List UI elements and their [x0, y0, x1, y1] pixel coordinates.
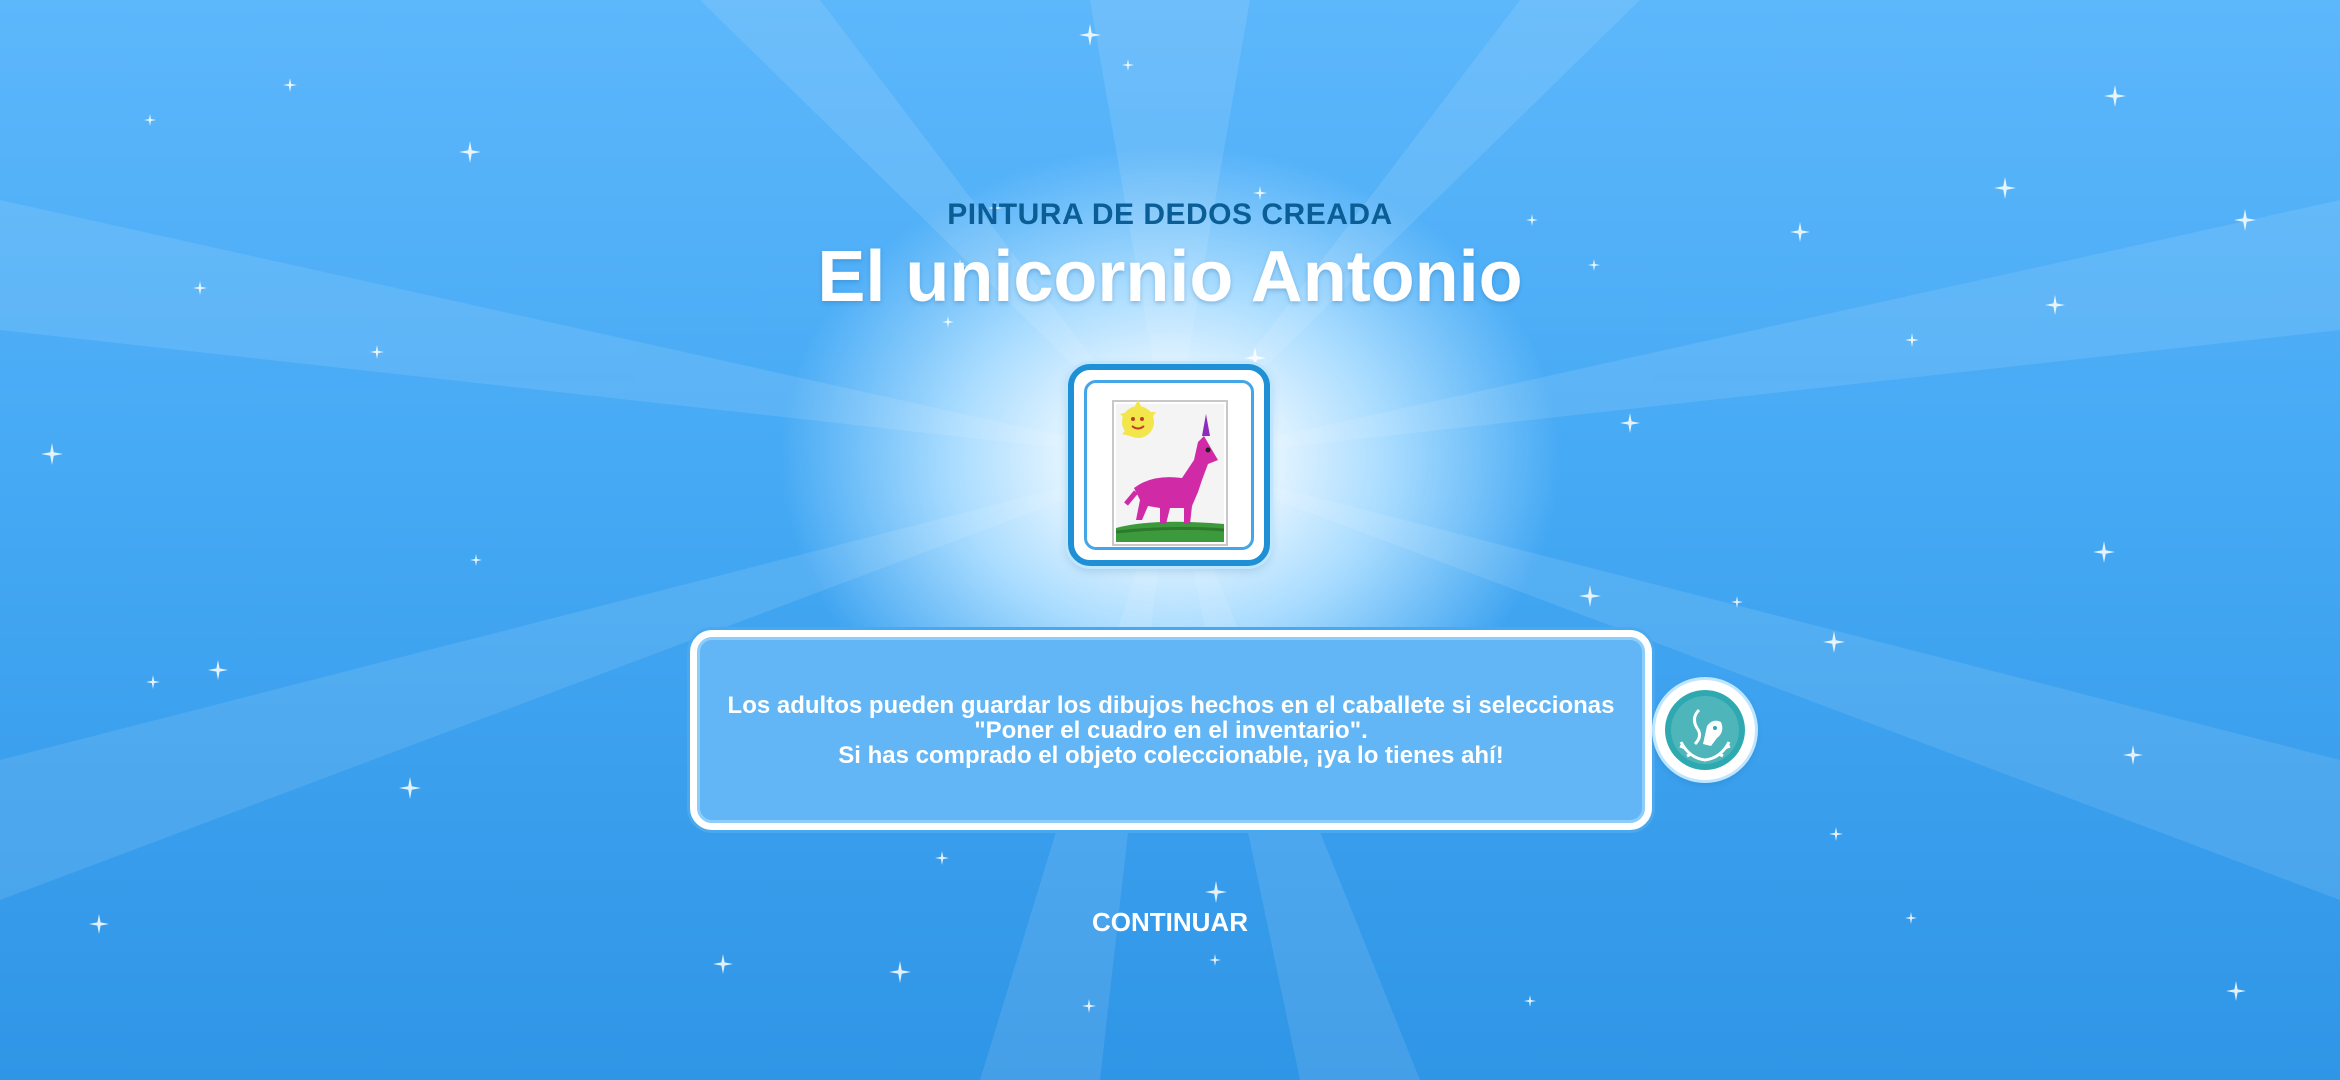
sparkle-icon	[2226, 981, 2246, 1001]
info-message-line: Los adultos pueden guardar los dibujos h…	[727, 692, 1615, 719]
sparkle-icon	[283, 78, 297, 92]
sparkle-icon	[370, 345, 384, 359]
sparkle-icon	[41, 443, 63, 465]
sparkle-icon	[146, 675, 160, 689]
sparkle-icon	[1905, 333, 1919, 347]
easel-collectible-badge-icon	[1655, 680, 1755, 780]
sparkle-icon	[2093, 541, 2115, 563]
sparkle-icon	[1823, 631, 1845, 653]
sparkle-icon	[1579, 585, 1601, 607]
sparkle-icon	[1731, 596, 1743, 608]
info-message-text: Los adultos pueden guardar los dibujos h…	[697, 693, 1645, 768]
sparkle-icon	[144, 114, 156, 126]
sparkle-icon	[1905, 912, 1917, 924]
sparkle-icon	[1122, 59, 1134, 71]
sparkle-icon	[1079, 24, 1101, 46]
info-message-line: Si has comprado el objeto coleccionable,…	[838, 742, 1504, 769]
sparkle-icon	[1829, 827, 1843, 841]
page-title: El unicornio Antonio	[817, 237, 1523, 317]
sparkle-icon	[1620, 413, 1640, 433]
sparkle-icon	[889, 961, 911, 983]
info-message-line: "Poner el cuadro en el inventario".	[974, 717, 1368, 744]
continue-button[interactable]: CONTINUAR	[1070, 900, 1270, 944]
sparkle-icon	[2104, 85, 2126, 107]
sparkle-icon	[2123, 745, 2143, 765]
painting-frame	[1068, 364, 1270, 566]
unicorn-painting-icon	[1112, 400, 1228, 546]
sparkle-icon	[470, 554, 482, 566]
subtitle: PINTURA DE DEDOS CREADA	[947, 198, 1393, 231]
sparkle-icon	[459, 141, 481, 163]
sparkle-icon	[1209, 954, 1221, 966]
sparkle-icon	[935, 851, 949, 865]
sparkle-icon	[1082, 999, 1096, 1013]
sparkle-icon	[399, 777, 421, 799]
sparkle-icon	[208, 660, 228, 680]
sparkle-icon	[1524, 995, 1536, 1007]
sparkle-icon	[1994, 177, 2016, 199]
info-message-box: Los adultos pueden guardar los dibujos h…	[690, 630, 1652, 830]
sparkle-icon	[713, 954, 733, 974]
sparkle-icon	[89, 914, 109, 934]
